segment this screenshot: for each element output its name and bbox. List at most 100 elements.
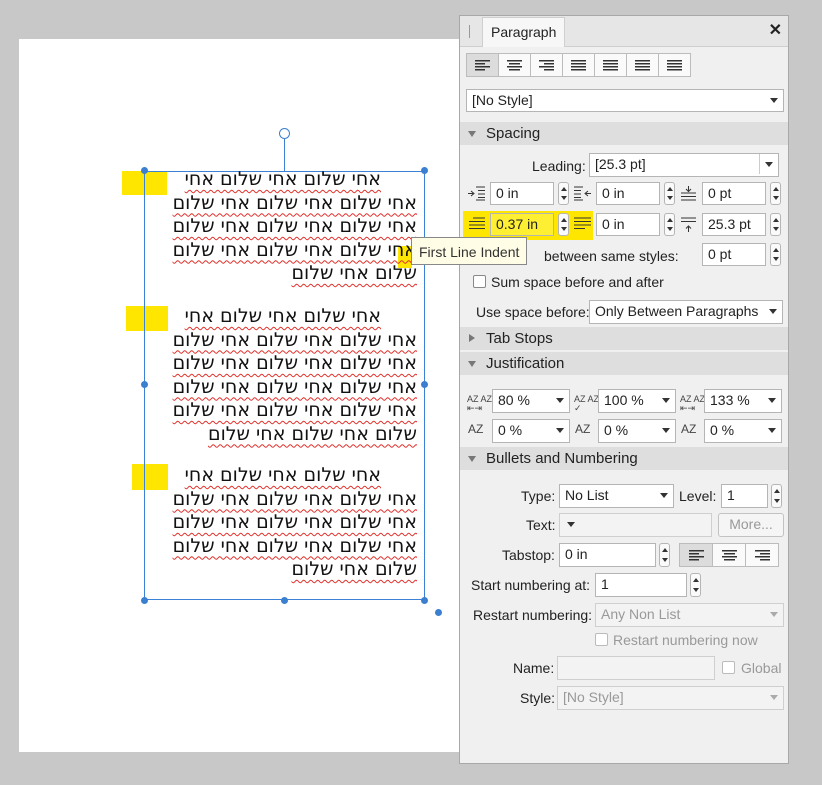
overflow-handle[interactable] bbox=[435, 609, 442, 616]
justify-all-icon bbox=[667, 59, 682, 71]
chevron-down-icon bbox=[770, 612, 778, 617]
paragraph-1[interactable]: אחי שלום אחי שלום אחי אחי שלום אחי שלום … bbox=[173, 168, 417, 286]
section-justification[interactable]: Justification bbox=[460, 352, 788, 375]
justify-all-button[interactable] bbox=[658, 53, 691, 77]
align-left-button[interactable] bbox=[466, 53, 499, 77]
chevron-down-icon bbox=[770, 98, 778, 103]
resize-handle-bm[interactable] bbox=[281, 597, 288, 604]
text-line: אחי שלום אחי שלום אחי שלום bbox=[172, 328, 417, 351]
resize-handle-ml[interactable] bbox=[141, 381, 148, 388]
close-icon[interactable]: ✕ bbox=[769, 20, 782, 40]
resize-handle-tr[interactable] bbox=[421, 167, 428, 174]
list-name-label: Name: bbox=[513, 660, 555, 676]
justify-right-button[interactable] bbox=[626, 53, 659, 77]
start-numbering-stepper[interactable] bbox=[690, 573, 701, 597]
left-indent-field[interactable]: 0 in bbox=[490, 182, 554, 205]
space-after-field[interactable]: 25.3 pt bbox=[702, 213, 766, 236]
section-tab-stops[interactable]: Tab Stops bbox=[460, 327, 788, 350]
text-line: אחי שלום אחי שלום אחי שלום bbox=[172, 238, 417, 261]
grip-icon[interactable] bbox=[469, 25, 470, 38]
expand-triangle-icon bbox=[469, 334, 475, 342]
left-indent-stepper[interactable] bbox=[558, 182, 569, 205]
leading-value: [25.3 pt] bbox=[595, 156, 646, 172]
word-spacing-min-icon: AZ AZ ⇤⇥ bbox=[467, 394, 493, 413]
letter-spacing-desired-select[interactable]: 0 % bbox=[598, 419, 676, 443]
resize-handle-mr[interactable] bbox=[421, 381, 428, 388]
align-center-icon bbox=[507, 59, 522, 71]
tab-align-center-button[interactable] bbox=[712, 543, 746, 567]
global-label: Global bbox=[741, 660, 782, 676]
level-stepper[interactable] bbox=[771, 484, 782, 508]
chevron-down-icon bbox=[556, 428, 564, 433]
first-line-indent-stepper[interactable] bbox=[558, 213, 569, 236]
leading-combo[interactable]: [25.3 pt] bbox=[589, 153, 779, 177]
space-after-stepper[interactable] bbox=[770, 213, 781, 236]
letter-spacing-max-select[interactable]: 0 % bbox=[704, 419, 782, 443]
word-spacing-max-select[interactable]: 133 % bbox=[704, 389, 782, 413]
rotation-line bbox=[284, 139, 285, 171]
resize-handle-bl[interactable] bbox=[141, 597, 148, 604]
text-line: אחי שלום אחי שלום אחי שלום bbox=[172, 352, 417, 374]
section-spacing[interactable]: Spacing bbox=[460, 122, 788, 145]
text-line: שלום אחי שלום bbox=[291, 262, 417, 284]
resize-handle-br[interactable] bbox=[421, 597, 428, 604]
align-right-icon bbox=[539, 59, 554, 71]
paragraph-2[interactable]: אחי שלום אחי שלום אחי אחי שלום אחי שלום … bbox=[173, 305, 417, 446]
sum-space-checkbox[interactable] bbox=[473, 275, 486, 288]
between-styles-field[interactable]: 0 pt bbox=[702, 243, 766, 266]
list-type-select[interactable]: No List bbox=[559, 484, 674, 508]
bullet-text-select[interactable] bbox=[559, 513, 712, 537]
paragraph-panel: Paragraph ✕ [No Style] Spacing Leading: … bbox=[459, 15, 789, 764]
start-numbering-field[interactable]: 1 bbox=[595, 573, 687, 597]
letter-spacing-min-select[interactable]: 0 % bbox=[492, 419, 570, 443]
rotation-handle[interactable] bbox=[279, 128, 290, 139]
paragraph-style-select[interactable]: [No Style] bbox=[466, 89, 784, 112]
last-line-indent-field[interactable]: 0 in bbox=[596, 213, 660, 236]
restart-numbering-select[interactable]: Any Non List bbox=[595, 603, 784, 627]
resize-handle-tl[interactable] bbox=[141, 167, 148, 174]
chevron-down-icon bbox=[770, 695, 778, 700]
list-name-field[interactable] bbox=[557, 656, 715, 680]
right-indent-field[interactable]: 0 in bbox=[596, 182, 660, 205]
justify-center-icon bbox=[603, 59, 618, 71]
more-button[interactable]: More... bbox=[718, 513, 784, 537]
justify-left-button[interactable] bbox=[562, 53, 595, 77]
right-indent-stepper[interactable] bbox=[664, 182, 675, 205]
start-numbering-label: Start numbering at: bbox=[471, 577, 591, 593]
align-center-button[interactable] bbox=[498, 53, 531, 77]
text-line: שלום אחי שלום אחי שלום bbox=[207, 422, 417, 445]
text-line: אחי שלום אחי שלום אחי שלום bbox=[172, 191, 417, 214]
align-center-icon bbox=[721, 549, 737, 561]
section-bullets-numbering[interactable]: Bullets and Numbering bbox=[460, 447, 788, 470]
use-space-before-select[interactable]: Only Between Paragraphs bbox=[589, 300, 783, 324]
list-style-value: [No Style] bbox=[563, 689, 624, 705]
align-right-button[interactable] bbox=[530, 53, 563, 77]
tab-align-left-button[interactable] bbox=[679, 543, 713, 567]
paragraph-style-value: [No Style] bbox=[472, 92, 533, 108]
tabstop-field[interactable]: 0 in bbox=[559, 543, 656, 567]
list-style-select[interactable]: [No Style] bbox=[557, 686, 784, 710]
panel-tab-paragraph[interactable]: Paragraph bbox=[482, 17, 566, 47]
paragraph-3[interactable]: אחי שלום אחי שלום אחי אחי שלום אחי שלום … bbox=[173, 464, 417, 582]
alignment-buttons bbox=[466, 53, 691, 77]
chevron-down-icon bbox=[567, 522, 575, 527]
word-spacing-min-select[interactable]: 80 % bbox=[492, 389, 570, 413]
chevron-down-icon bbox=[768, 428, 776, 433]
last-line-indent-stepper[interactable] bbox=[664, 213, 675, 236]
restart-now-checkbox[interactable] bbox=[595, 633, 608, 646]
justify-center-button[interactable] bbox=[594, 53, 627, 77]
tab-align-right-button[interactable] bbox=[745, 543, 779, 567]
between-styles-stepper[interactable] bbox=[770, 243, 781, 266]
use-space-before-label: Use space before: bbox=[476, 304, 590, 320]
space-before-field[interactable]: 0 pt bbox=[702, 182, 766, 205]
word-spacing-desired-select[interactable]: 100 % bbox=[598, 389, 676, 413]
chevron-down-icon bbox=[765, 162, 773, 167]
global-checkbox[interactable] bbox=[722, 661, 735, 674]
panel-title-bar: Paragraph ✕ bbox=[460, 16, 788, 47]
space-before-stepper[interactable] bbox=[770, 182, 781, 205]
tabstop-stepper[interactable] bbox=[659, 543, 670, 567]
align-right-icon bbox=[754, 549, 770, 561]
level-field[interactable]: 1 bbox=[721, 484, 768, 508]
collapse-triangle-icon bbox=[468, 456, 476, 462]
first-line-indent-field[interactable]: 0.37 in bbox=[490, 213, 554, 236]
